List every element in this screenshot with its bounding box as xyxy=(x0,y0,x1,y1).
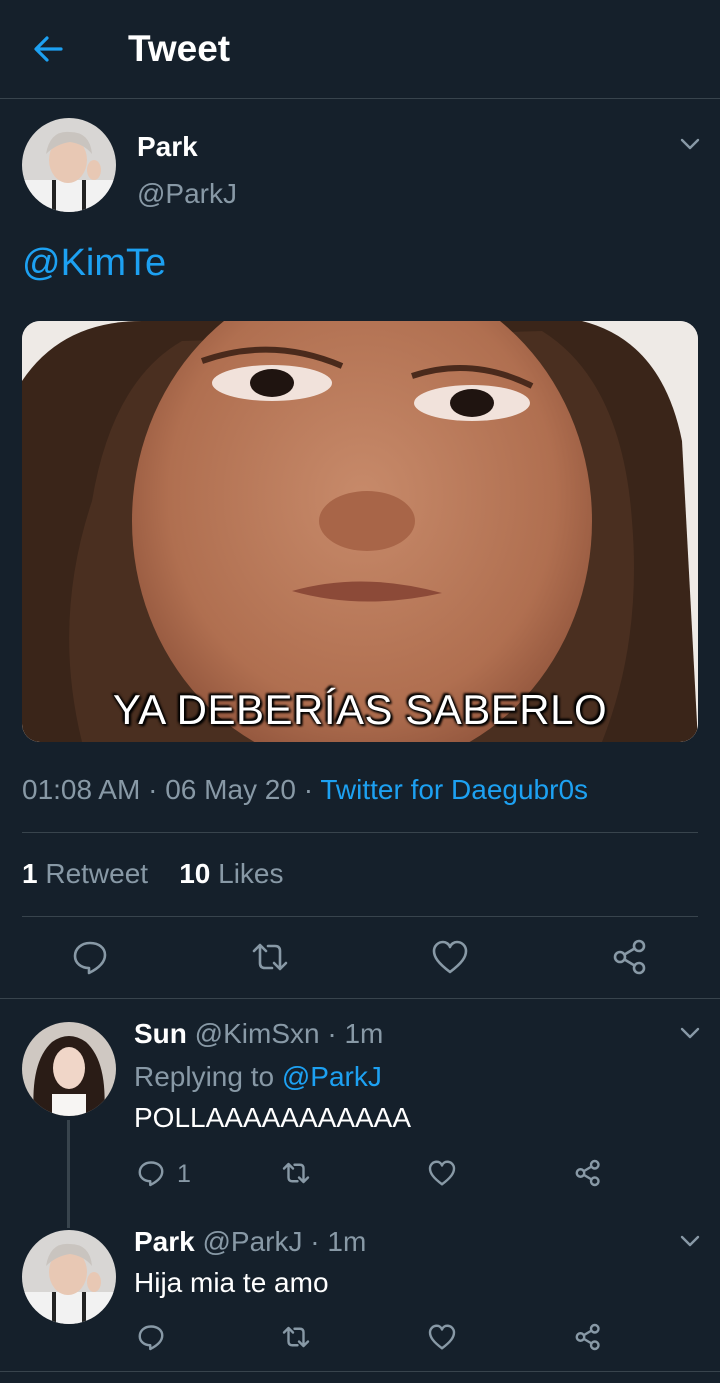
retweet-icon xyxy=(282,1162,310,1184)
like-count: 10 xyxy=(179,858,211,889)
thread-line xyxy=(67,1120,70,1228)
author-name[interactable]: Park xyxy=(137,131,198,163)
tweet-time: 01:08 AM xyxy=(22,774,141,805)
back-button[interactable] xyxy=(30,31,66,67)
share-icon xyxy=(613,939,646,975)
retweet-button[interactable] xyxy=(281,1158,311,1188)
divider xyxy=(22,832,698,833)
likes-link[interactable]: 10 Likes xyxy=(179,858,283,889)
divider xyxy=(0,998,720,999)
like-button[interactable] xyxy=(427,1322,457,1352)
heart-icon xyxy=(428,1160,456,1186)
divider xyxy=(22,916,698,917)
like-button[interactable] xyxy=(427,1158,457,1188)
share-icon xyxy=(575,1159,600,1187)
replying-to-link[interactable]: @ParkJ xyxy=(282,1061,382,1092)
engagement-counts: 1 Retweet 10 Likes xyxy=(22,858,284,890)
image-caption: YA DEBERÍAS SABERLO xyxy=(112,686,608,733)
reply-author-handle[interactable]: @ParkJ xyxy=(203,1226,303,1257)
retweet-button[interactable] xyxy=(250,937,290,977)
page-title: Tweet xyxy=(128,28,231,69)
tweet-image[interactable]: YA DEBERÍAS SABERLO xyxy=(22,321,698,742)
heart-icon xyxy=(428,1324,456,1350)
reply-time: · 1m xyxy=(310,1226,367,1257)
reply-icon xyxy=(138,1325,164,1351)
reply-count: 1 xyxy=(177,1160,191,1188)
avatar[interactable] xyxy=(22,118,116,212)
reply-text: Hija mia te amo xyxy=(134,1267,329,1298)
like-button[interactable] xyxy=(430,937,470,977)
replying-prefix: Replying to xyxy=(134,1061,275,1092)
tweet-menu-button[interactable] xyxy=(678,132,702,156)
tweet-date: 06 May 20 xyxy=(165,774,296,805)
chevron-down-icon xyxy=(680,138,700,150)
reply-author-name[interactable]: Park xyxy=(134,1226,195,1257)
meta-dot: · xyxy=(303,774,314,805)
retweets-link[interactable]: 1 Retweet xyxy=(22,858,148,889)
reply-header: Sun @KimSxn · 1m xyxy=(134,1018,383,1050)
share-button[interactable] xyxy=(573,1158,603,1188)
like-label: Likes xyxy=(218,858,284,889)
avatar[interactable] xyxy=(22,1022,116,1116)
share-button[interactable] xyxy=(573,1322,603,1352)
chevron-down-icon xyxy=(680,1235,700,1247)
reply-button[interactable] xyxy=(136,1322,166,1352)
chevron-down-icon xyxy=(680,1027,700,1039)
reply-menu-button[interactable] xyxy=(678,1229,702,1253)
tweet-text[interactable]: @KimTe xyxy=(22,242,166,285)
reply-button[interactable] xyxy=(70,937,110,977)
share-button[interactable] xyxy=(610,937,650,977)
reply-icon xyxy=(73,941,107,975)
retweet-label: Retweet xyxy=(45,858,149,889)
retweet-icon xyxy=(252,943,288,971)
avatar[interactable] xyxy=(22,1230,116,1324)
reply-time: · 1m xyxy=(327,1018,384,1049)
arrow-left-icon xyxy=(34,36,63,62)
reply-icon xyxy=(138,1161,164,1187)
tweet-meta: 01:08 AM · 06 May 20 · Twitter for Daegu… xyxy=(22,774,588,806)
meta-dot: · xyxy=(148,774,158,805)
tweet-source[interactable]: Twitter for Daegubr0s xyxy=(320,774,588,805)
heart-icon xyxy=(432,940,468,974)
reply-author-handle[interactable]: @KimSxn xyxy=(195,1018,320,1049)
replying-to: Replying to @ParkJ xyxy=(134,1061,382,1093)
reply-button[interactable] xyxy=(136,1158,166,1188)
reply-header: Park @ParkJ · 1m xyxy=(134,1226,366,1258)
top-bar xyxy=(0,0,720,99)
reply-author-name[interactable]: Sun xyxy=(134,1018,187,1049)
retweet-count: 1 xyxy=(22,858,38,889)
share-icon xyxy=(575,1323,600,1351)
reply-menu-button[interactable] xyxy=(678,1021,702,1045)
divider xyxy=(0,1371,720,1372)
author-handle[interactable]: @ParkJ xyxy=(137,178,237,210)
retweet-button[interactable] xyxy=(281,1322,311,1352)
reply-text: POLLAAAAAAAAAAA xyxy=(134,1102,412,1133)
photo xyxy=(22,321,698,742)
retweet-icon xyxy=(282,1326,310,1348)
